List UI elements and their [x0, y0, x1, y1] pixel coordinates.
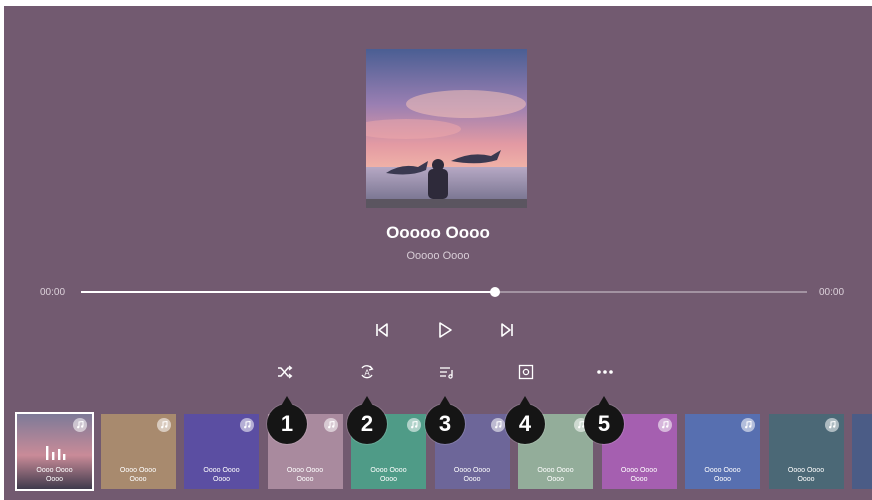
music-note-icon	[657, 418, 672, 432]
queue-item-label: Oooo Oooo Oooo	[769, 466, 844, 484]
play-button[interactable]	[432, 317, 458, 343]
next-button[interactable]	[494, 317, 520, 343]
track-artist: Ooooo Oooo	[406, 250, 470, 262]
queue-item-label: Oooo Oooo Oooo	[435, 466, 510, 484]
queue-item-label: Oooo Oooo Oooo	[685, 466, 760, 484]
queue-item-subtitle: Oooo	[546, 476, 565, 483]
shuffle-button[interactable]	[273, 360, 297, 384]
callout-1: 1	[267, 396, 307, 444]
queue-item[interactable]: Oooo Oooo Oooo	[768, 414, 844, 489]
queue-item-subtitle: Oooo	[797, 476, 815, 483]
queue-item-subtitle: Oooo	[713, 476, 732, 483]
queue-item[interactable]: Oooo Oooo Oooo	[685, 414, 760, 489]
playlist-icon	[440, 367, 453, 379]
now-playing-equalizer-icon	[46, 446, 66, 460]
queue-item[interactable]	[852, 414, 872, 489]
queue-item-title: Oooo Oooo	[704, 467, 741, 474]
music-note-icon	[490, 418, 505, 432]
callout-2: 2	[347, 396, 387, 444]
queue-item-title: Oooo Oooo	[620, 467, 658, 474]
progress-fill	[81, 291, 495, 293]
queue-item-title: Oooo Oooo	[537, 467, 574, 474]
queue-item-subtitle: Oooo	[296, 476, 314, 483]
music-note-icon	[156, 418, 171, 432]
shuffle-icon	[278, 365, 293, 379]
screen-off-button[interactable]	[514, 360, 538, 384]
queue-item-title: Oooo Oooo	[453, 467, 491, 474]
music-note-icon	[407, 418, 421, 432]
queue-item-label: Oooo Oooo Oooo	[351, 466, 426, 484]
callout-3: 3	[425, 396, 465, 444]
more-icon	[597, 370, 613, 374]
music-note-icon	[240, 418, 254, 432]
duration-time: 00:00	[819, 287, 845, 298]
repeat-button[interactable]: A	[355, 360, 379, 384]
queue-item-title: Oooo Oooo	[119, 467, 157, 474]
music-note-icon	[73, 418, 87, 432]
queue-item-subtitle: Oooo	[463, 476, 481, 483]
track-title: Ooooo Oooo	[386, 223, 490, 242]
skip-previous-icon	[376, 323, 388, 337]
previous-button[interactable]	[369, 317, 395, 343]
skip-next-icon	[501, 323, 513, 337]
music-player-screen: Ooooo Oooo Ooooo Oooo 00:00 00:00 A Oooo…	[4, 6, 872, 500]
queue-item[interactable]: Oooo Oooo Oooo	[184, 414, 259, 489]
current-time: 00:00	[40, 287, 66, 298]
queue-item-subtitle: Oooo	[212, 476, 231, 483]
queue-item-subtitle: Oooo	[379, 476, 398, 483]
play-icon	[439, 322, 452, 338]
svg-text:A: A	[364, 369, 370, 378]
queue-item-label: Oooo Oooo Oooo	[17, 466, 92, 484]
queue-item-subtitle: Oooo	[129, 476, 147, 483]
more-button[interactable]	[593, 360, 617, 384]
queue-item-subtitle: Oooo	[630, 476, 648, 483]
callout-4: 4	[505, 396, 545, 444]
queue-item-label: Oooo Oooo Oooo	[518, 466, 593, 484]
music-note-icon	[824, 418, 839, 432]
queue-item[interactable]: Oooo Oooo Oooo	[15, 412, 94, 491]
queue-item[interactable]: Oooo Oooo Oooo	[100, 414, 176, 489]
queue-item-title: Oooo Oooo	[203, 467, 240, 474]
queue-item-subtitle: Oooo	[45, 476, 64, 483]
callout-5: 5	[584, 396, 624, 444]
progress-thumb[interactable]	[489, 287, 500, 297]
queue-item-label: Oooo Oooo Oooo	[101, 466, 176, 484]
album-art	[366, 49, 527, 208]
queue-item-label: Oooo Oooo Oooo	[602, 466, 677, 484]
queue-item-label: Oooo Oooo Oooo	[268, 466, 343, 484]
playlist-button[interactable]	[435, 360, 459, 384]
queue-item-title: Oooo Oooo	[787, 467, 825, 474]
queue-item-title: Oooo Oooo	[36, 467, 73, 474]
progress-bar[interactable]	[81, 287, 807, 297]
music-note-icon	[741, 418, 755, 432]
screen-icon	[518, 364, 534, 380]
queue-item-title: Oooo Oooo	[370, 467, 407, 474]
queue-item-label: Oooo Oooo Oooo	[184, 466, 259, 484]
music-note-icon	[323, 418, 338, 432]
repeat-a-icon: A	[361, 365, 374, 379]
queue-item-title: Oooo Oooo	[286, 467, 324, 474]
